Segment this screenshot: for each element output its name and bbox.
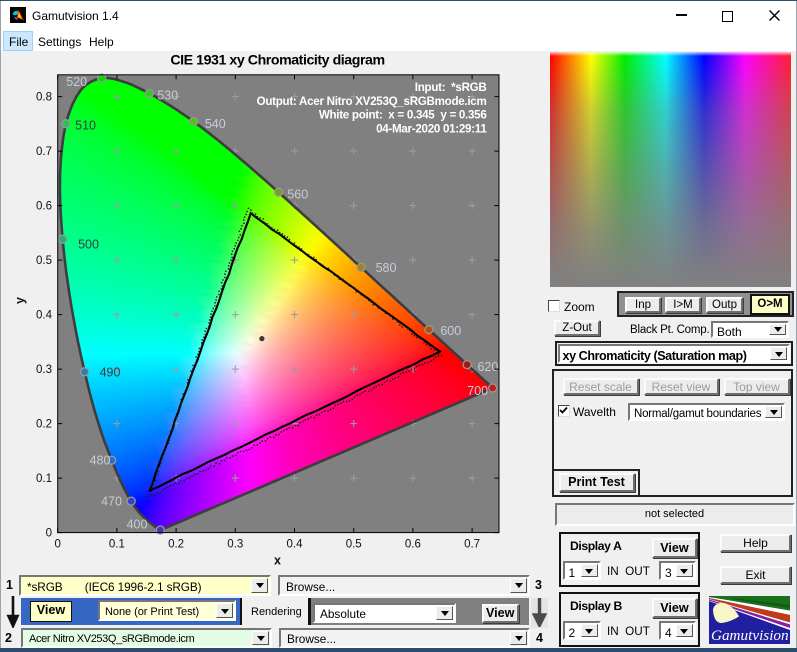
svg-text:0: 0 — [54, 539, 60, 551]
svg-text:530: 530 — [157, 89, 178, 103]
svg-text:Gamutvision: Gamutvision — [711, 627, 789, 644]
svg-text:600: 600 — [440, 324, 461, 338]
svg-text:490: 490 — [100, 366, 121, 380]
svg-text:0.8: 0.8 — [36, 92, 52, 104]
svg-text:480: 480 — [90, 454, 111, 468]
svg-text:560: 560 — [287, 188, 308, 202]
svg-text:0.1: 0.1 — [109, 539, 125, 551]
svg-text:04-Mar-2020 01:29:11: 04-Mar-2020 01:29:11 — [376, 122, 487, 135]
svg-text:470: 470 — [101, 495, 122, 509]
svg-text:Input: *sRGB: Input: *sRGB — [415, 81, 487, 94]
svg-text:0.4: 0.4 — [287, 539, 304, 551]
svg-text:0.5: 0.5 — [346, 539, 362, 551]
svg-text:0.4: 0.4 — [36, 310, 53, 322]
svg-text:510: 510 — [75, 119, 96, 133]
svg-text:400: 400 — [127, 518, 148, 532]
svg-text:540: 540 — [205, 117, 226, 131]
svg-text:0.6: 0.6 — [36, 201, 52, 213]
svg-text:0.7: 0.7 — [464, 539, 480, 551]
svg-text:0.7: 0.7 — [36, 146, 52, 158]
svg-text:520: 520 — [66, 75, 87, 89]
svg-text:580: 580 — [376, 261, 397, 275]
svg-text:0.2: 0.2 — [36, 419, 52, 431]
svg-text:0.1: 0.1 — [36, 473, 52, 485]
svg-text:0: 0 — [46, 528, 52, 540]
svg-text:620: 620 — [477, 360, 498, 374]
svg-text:0.6: 0.6 — [405, 539, 421, 551]
svg-text:0.2: 0.2 — [168, 539, 184, 551]
svg-text:500: 500 — [78, 238, 99, 252]
svg-text:x: x — [274, 554, 281, 568]
svg-text:0.3: 0.3 — [36, 364, 52, 376]
svg-text:y: y — [13, 297, 27, 304]
svg-text:White point: x = 0.345 y = 0: White point: x = 0.345 y = 0.356 — [319, 109, 488, 122]
svg-text:Output: Acer Nitro XV253Q_sRGB: Output: Acer Nitro XV253Q_sRGBmode.icm — [257, 95, 487, 108]
svg-text:CIE 1931 xy Chromaticity diagr: CIE 1931 xy Chromaticity diagram — [170, 53, 384, 69]
svg-text:0.3: 0.3 — [227, 539, 243, 551]
svg-text:700: 700 — [467, 384, 488, 398]
svg-text:0.5: 0.5 — [36, 255, 52, 267]
